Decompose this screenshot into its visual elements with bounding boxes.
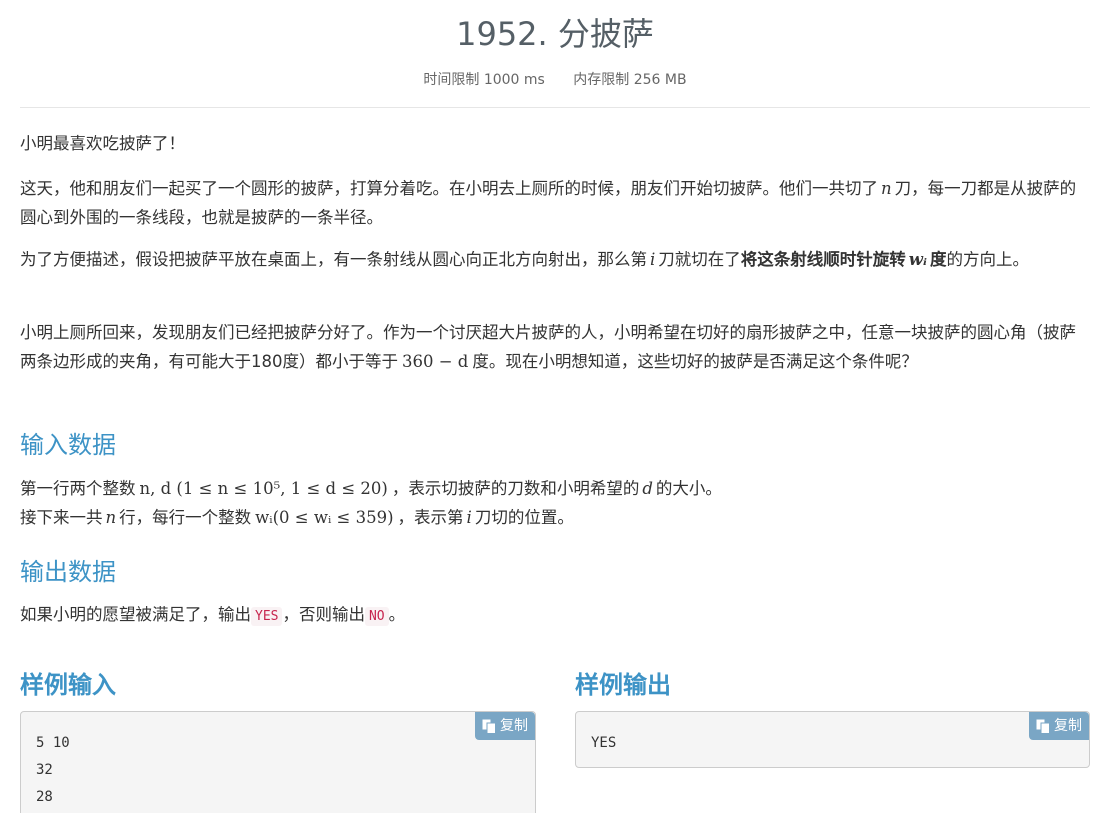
math-var-n: n — [105, 508, 117, 527]
math-expression: wᵢ(0 ≤ wᵢ ≤ 359) — [255, 508, 394, 527]
description-paragraph-3: 为了方便描述，假设把披萨平放在桌面上，有一条射线从圆心向正北方向射出，那么第 i 刀… — [20, 245, 1090, 274]
output-text: 如果小明的愿望被满足了，输出 — [20, 605, 251, 624]
output-text: 。 — [388, 605, 406, 624]
input-text: ，表示第 — [397, 508, 464, 527]
copy-button-label: 复制 — [500, 718, 528, 734]
description-text: 刀就切在了 — [658, 250, 741, 269]
copy-icon — [1036, 719, 1050, 734]
copy-icon — [482, 719, 496, 734]
copy-input-button[interactable]: 复制 — [475, 712, 535, 740]
problem-limits: 时间限制 1000 ms 内存限制 256 MB — [20, 70, 1090, 90]
description-text: 的方向上。 — [946, 250, 1029, 269]
math-var-wi: wᵢ — [908, 250, 927, 269]
math-expression: 360 − d — [402, 352, 469, 371]
code-no: NO — [364, 607, 389, 626]
copy-output-button[interactable]: 复制 — [1029, 712, 1089, 740]
sample-input-heading: 样例输入 — [20, 671, 116, 699]
input-text: 行，每行一个整数 — [119, 508, 252, 527]
input-text: ，表示切披萨的刀数和小明希望的 — [391, 479, 640, 498]
input-text: 接下来一共 — [20, 508, 103, 527]
sample-input-box: 5 10 32 28 复制 — [20, 711, 536, 813]
sample-output-box: YES 复制 — [575, 711, 1090, 768]
memory-limit: 内存限制 256 MB — [573, 72, 687, 88]
output-heading: 输出数据 — [20, 558, 116, 586]
math-var-i: i — [650, 250, 656, 269]
output-description: 如果小明的愿望被满足了，输出 YES ，否则输出 NO。 — [20, 600, 1090, 631]
input-heading: 输入数据 — [20, 431, 116, 459]
time-limit: 时间限制 1000 ms — [423, 72, 545, 88]
problem-header: 1952. 分披萨 时间限制 1000 ms 内存限制 256 MB — [20, 0, 1090, 108]
math-var-i: i — [466, 508, 472, 527]
sample-output-content: YES — [591, 735, 617, 751]
sample-output-heading: 样例输出 — [575, 671, 671, 699]
description-bold-text: 将这条射线顺时针旋转 wᵢ 度 — [741, 250, 947, 269]
math-expression: n, d (1 ≤ n ≤ 10⁵, 1 ≤ d ≤ 20) — [139, 479, 388, 498]
description-paragraph-2: 这天，他和朋友们一起买了一个圆形的披萨，打算分着吃。在小明去上厕所的时候，朋友们… — [20, 174, 1090, 232]
description-paragraph-1: 小明最喜欢吃披萨了！ — [20, 129, 1090, 158]
bold-text-end: 度 — [929, 250, 947, 269]
sample-input-content: 5 10 32 28 — [36, 735, 70, 805]
input-text: 的大小。 — [655, 479, 722, 498]
description-text: 这天，他和朋友们一起买了一个圆形的披萨，打算分着吃。在小明去上厕所的时候，朋友们… — [20, 179, 878, 198]
problem-title: 1952. 分披萨 — [456, 15, 654, 53]
input-text: 第一行两个整数 — [20, 479, 136, 498]
code-yes: YES — [251, 607, 283, 626]
output-text: ，否则输出 — [282, 605, 365, 624]
input-line-2: 接下来一共 n 行，每行一个整数 wᵢ(0 ≤ wᵢ ≤ 359) ，表示第 i 刀切的位置… — [20, 503, 1090, 532]
math-var-d: d — [642, 479, 653, 498]
copy-button-label: 复制 — [1054, 718, 1082, 734]
bold-text: 将这条射线顺时针旋转 — [740, 250, 906, 269]
description-text: 小明最喜欢吃披萨了！ — [20, 134, 185, 153]
input-line-1: 第一行两个整数 n, d (1 ≤ n ≤ 10⁵, 1 ≤ d ≤ 20) ，表示… — [20, 474, 1090, 503]
input-text: 刀切的位置。 — [474, 508, 574, 527]
description-text: 度。现在小明想知道，这些切好的披萨是否满足这个条件呢？ — [472, 352, 918, 371]
description-paragraph-4: 小明上厕所回来，发现朋友们已经把披萨分好了。作为一个讨厌超大片披萨的人，小明希望… — [20, 318, 1090, 376]
math-var-n: n — [881, 179, 892, 198]
description-text: 为了方便描述，假设把披萨平放在桌面上，有一条射线从圆心向正北方向射出，那么第 — [20, 250, 647, 269]
